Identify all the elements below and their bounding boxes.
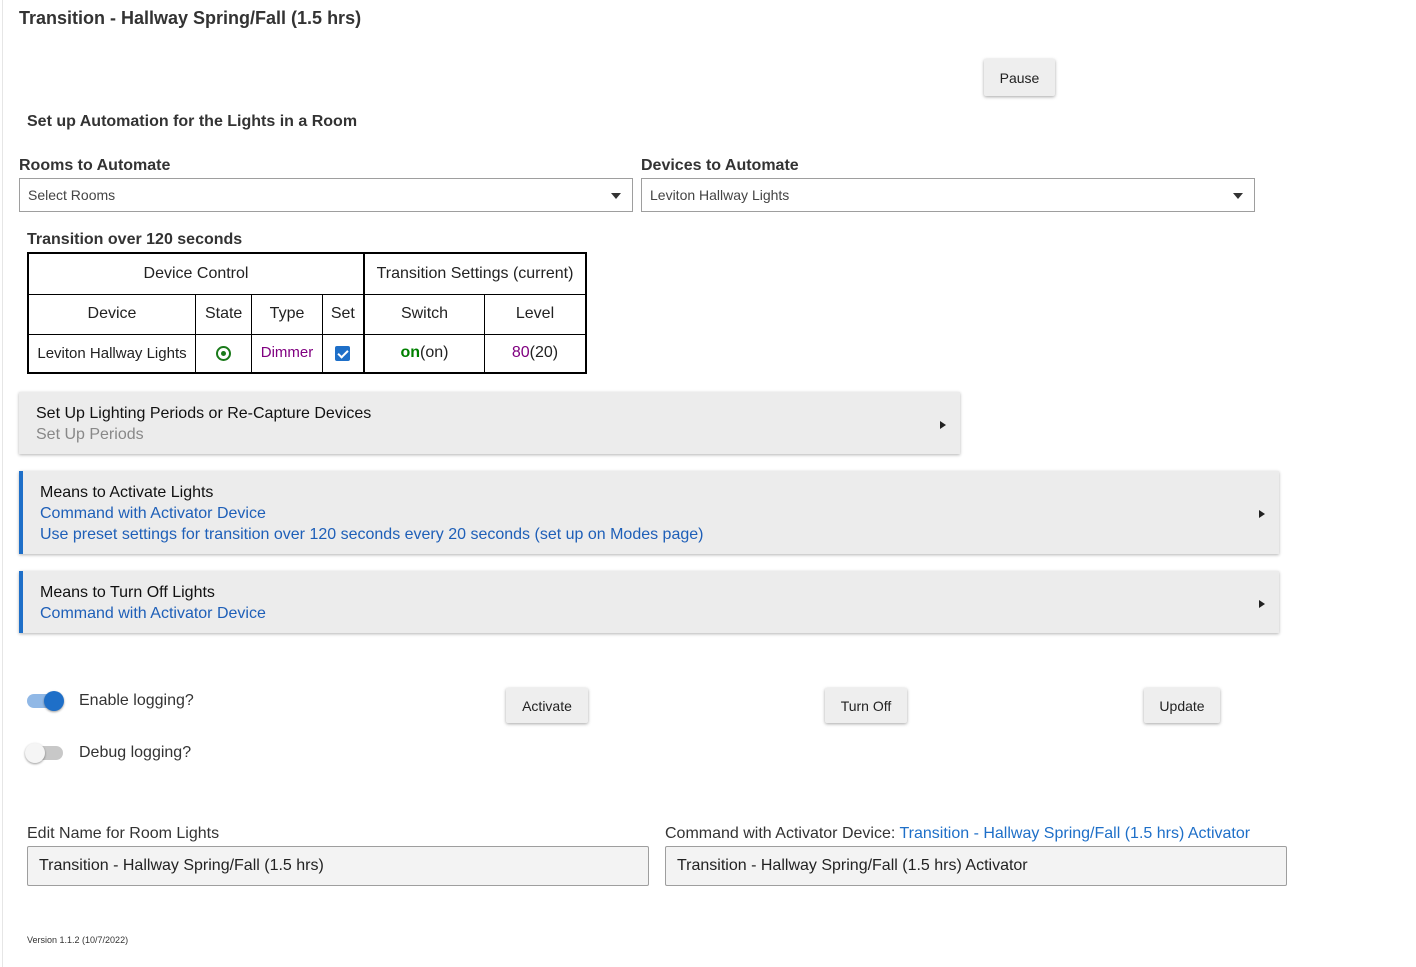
column-header-device: Device [27,293,196,335]
periods-panel-title: Set Up Lighting Periods or Re-Capture De… [36,405,372,422]
expand-arrow-icon [940,421,946,429]
set-cell[interactable] [321,333,365,374]
activate-panel-line2: Use preset settings for transition over … [40,526,704,543]
room-lights-name-input[interactable] [27,846,649,886]
toggle-knob [44,691,64,711]
activate-button[interactable]: Activate [506,688,588,723]
periods-panel[interactable]: Set Up Lighting Periods or Re-Capture De… [19,392,960,454]
toggle-knob [25,743,45,763]
level-current: (20) [529,344,559,362]
group-header-device-control: Device Control [27,252,365,295]
group-header-transition-settings: Transition Settings (current) [363,252,587,295]
switch-cell[interactable]: on(on) [363,333,485,374]
activate-panel-line1: Command with Activator Device [40,505,266,522]
activate-panel-title: Means to Activate Lights [40,484,214,501]
activator-device-link[interactable]: Transition - Hallway Spring/Fall (1.5 hr… [899,825,1250,842]
switch-current: (on) [420,344,449,362]
debug-logging-label: Debug logging? [79,744,192,761]
periods-panel-subtitle: Set Up Periods [36,426,144,443]
activate-panel[interactable]: Means to Activate Lights Command with Ac… [19,471,1279,554]
device-name-cell[interactable]: Leviton Hallway Lights [27,333,196,374]
column-header-type: Type [251,293,323,335]
update-button[interactable]: Update [1144,688,1220,723]
type-cell: Dimmer [251,333,323,374]
version-text: Version 1.1.2 (10/7/2022) [27,935,129,945]
expand-arrow-icon [1259,510,1265,518]
expand-arrow-icon [1259,600,1265,608]
activator-name-input[interactable] [665,846,1287,886]
section-heading: Set up Automation for the Lights in a Ro… [27,113,358,130]
transition-caption: Transition over 120 seconds [27,231,243,248]
page-left-border [2,0,3,967]
chevron-down-icon [1233,193,1243,199]
column-header-switch: Switch [363,293,485,335]
activator-label-prefix: Command with Activator Device: [665,825,900,842]
column-header-state: State [194,293,253,335]
state-on-icon[interactable] [216,345,232,361]
enable-logging-toggle[interactable] [27,691,64,711]
column-header-level: Level [484,293,587,335]
pause-button[interactable]: Pause [984,59,1055,96]
table-row: Leviton Hallway Lights Dimmer on(on) 80(… [27,333,587,374]
transition-table: Device Control Transition Settings (curr… [27,252,587,374]
debug-logging-toggle[interactable] [25,743,63,763]
turn-off-panel-line1: Command with Activator Device [40,605,266,622]
column-header-set: Set [321,293,365,335]
state-cell[interactable] [194,333,253,374]
turn-off-button[interactable]: Turn Off [825,688,907,723]
set-checkbox[interactable] [335,345,351,361]
turn-off-panel[interactable]: Means to Turn Off Lights Command with Ac… [19,571,1279,633]
rooms-label: Rooms to Automate [19,157,171,174]
rooms-select-placeholder: Select Rooms [28,187,116,203]
level-cell[interactable]: 80(20) [484,333,587,374]
name-field-label: Edit Name for Room Lights [27,825,220,842]
level-value: 80 [511,344,530,362]
devices-select[interactable]: Leviton Hallway Lights [641,178,1255,212]
page-title: Transition - Hallway Spring/Fall (1.5 hr… [19,8,362,28]
turn-off-panel-title: Means to Turn Off Lights [40,584,215,601]
chevron-down-icon [611,193,621,199]
switch-value: on [400,344,421,362]
enable-logging-label: Enable logging? [79,692,194,709]
rooms-select[interactable]: Select Rooms [19,178,633,212]
devices-select-value: Leviton Hallway Lights [650,187,790,203]
devices-label: Devices to Automate [641,157,799,174]
activator-field-label: Command with Activator Device: Transitio… [665,825,1250,843]
